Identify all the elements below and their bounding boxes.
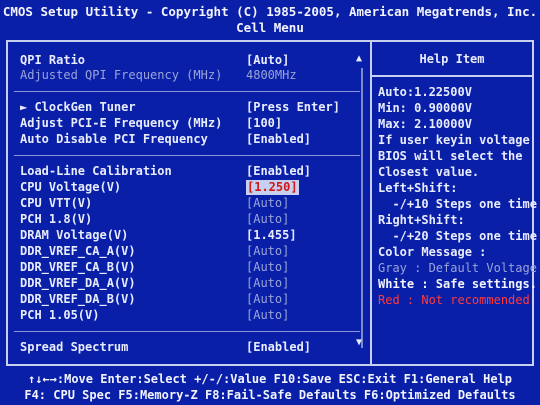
help-line: Left+Shift:	[378, 181, 458, 195]
section-separator	[14, 91, 360, 92]
help-line: Closest value.	[378, 165, 480, 179]
setting-pch-1-05[interactable]: PCH 1.05(V) [Auto]	[20, 308, 360, 323]
setting-label: DDR_VREF_CA_A(V)	[20, 244, 136, 258]
setting-value-selected[interactable]: [1.250]	[246, 180, 299, 195]
setting-value[interactable]: [Auto]	[246, 196, 289, 211]
setting-adjust-pcie-frequency[interactable]: Adjust PCI-E Frequency (MHz) [100]	[20, 116, 360, 131]
help-line-gray: Gray : Default Voltage	[378, 260, 537, 276]
help-line-white: White : Safe settings.	[378, 276, 537, 292]
setting-ddr-vref-ca-a[interactable]: DDR_VREF_CA_A(V) [Auto]	[20, 244, 360, 259]
help-line: Max: 2.10000V	[378, 117, 472, 131]
setting-value[interactable]: [Enabled]	[246, 132, 311, 147]
setting-load-line-calibration[interactable]: Load-Line Calibration [Enabled]	[20, 164, 360, 179]
setting-value[interactable]: [Auto]	[246, 276, 289, 291]
setting-value[interactable]: [Enabled]	[246, 164, 311, 179]
scrollbar[interactable]	[361, 68, 363, 348]
help-white-text: White : Safe settings.	[378, 277, 537, 291]
setting-label: DDR_VREF_CA_B(V)	[20, 260, 136, 274]
help-line: -/+10 Steps one time	[378, 197, 537, 211]
footer-keys-line1: ↑↓←→:Move Enter:Select +/-/:Value F10:Sa…	[27, 372, 513, 386]
setting-label: Adjust PCI-E Frequency (MHz)	[20, 116, 223, 130]
bios-title: CMOS Setup Utility - Copyright (C) 1985-…	[2, 4, 538, 19]
panel-divider	[370, 42, 372, 364]
setting-label: DRAM Voltage(V)	[20, 228, 129, 242]
section-separator	[14, 155, 360, 156]
setting-value[interactable]: [Press Enter]	[246, 100, 340, 115]
setting-cpu-vtt[interactable]: CPU VTT(V) [Auto]	[20, 196, 360, 211]
setting-label: DDR_VREF_DA_B(V)	[20, 292, 136, 306]
setting-cpu-voltage[interactable]: CPU Voltage(V) [1.250]	[20, 180, 360, 195]
setting-value[interactable]: [Auto]	[246, 244, 289, 259]
setting-value[interactable]: [Enabled]	[246, 340, 311, 355]
setting-value[interactable]: [100]	[246, 116, 282, 131]
help-line: BIOS will select the	[378, 149, 523, 163]
setting-auto-disable-pci-frequency[interactable]: Auto Disable PCI Frequency [Enabled]	[20, 132, 360, 147]
setting-label: Spread Spectrum	[20, 340, 129, 354]
setting-clockgen-tuner[interactable]: ► ClockGen Tuner [Press Enter]	[20, 100, 360, 115]
section-separator	[14, 331, 360, 332]
setting-label: Auto Disable PCI Frequency	[20, 132, 208, 146]
help-line: If user keyin voltage	[378, 133, 530, 147]
setting-label: QPI Ratio	[20, 53, 86, 67]
setting-value[interactable]: [Auto]	[246, 212, 289, 227]
help-line: -/+20 Steps one time	[378, 229, 537, 243]
setting-label: PCH 1.05(V)	[20, 308, 100, 322]
setting-pch-1-8[interactable]: PCH 1.8(V) [Auto]	[20, 212, 360, 227]
footer-keys-line2: F4: CPU Spec F5:Memory-Z F8:Fail-Safe De…	[24, 388, 516, 402]
setting-label: PCH 1.8(V)	[20, 212, 93, 226]
help-line: Right+Shift:	[378, 213, 465, 227]
setting-label: ► ClockGen Tuner	[20, 100, 136, 114]
setting-dram-voltage[interactable]: DRAM Voltage(V) [1.455]	[20, 228, 360, 243]
setting-ddr-vref-ca-b[interactable]: DDR_VREF_CA_B(V) [Auto]	[20, 260, 360, 275]
menu-title: Cell Menu	[236, 20, 304, 35]
setting-spread-spectrum[interactable]: Spread Spectrum [Enabled]	[20, 340, 360, 355]
setting-value: 4800MHz	[246, 68, 297, 82]
setting-qpi-ratio[interactable]: QPI Ratio [Auto]	[20, 53, 360, 68]
help-line-red: Red : Not recommended	[378, 292, 534, 308]
setting-label: CPU VTT(V)	[20, 196, 93, 210]
setting-ddr-vref-da-b[interactable]: DDR_VREF_DA_B(V) [Auto]	[20, 292, 360, 307]
setting-value[interactable]: [Auto]	[246, 260, 289, 275]
setting-value[interactable]: [1.455]	[246, 228, 297, 243]
setting-label: DDR_VREF_DA_A(V)	[20, 276, 136, 290]
bios-header: CMOS Setup Utility - Copyright (C) 1985-…	[0, 0, 540, 40]
setting-label: CPU Voltage(V)	[20, 180, 122, 194]
setting-value[interactable]: [Auto]	[246, 308, 289, 323]
help-red-text: Red : Not recommended	[378, 293, 530, 307]
help-line: Color Message :	[378, 245, 487, 259]
help-title: Help Item	[419, 52, 485, 66]
setting-adjusted-qpi-frequency: Adjusted QPI Frequency (MHz) 4800MHz	[20, 68, 360, 83]
help-separator	[372, 75, 532, 77]
help-gray-text: Gray : Default Voltage	[378, 261, 537, 275]
setting-ddr-vref-da-a[interactable]: DDR_VREF_DA_A(V) [Auto]	[20, 276, 360, 291]
help-line: Auto:1.22500V	[378, 85, 472, 99]
setting-label: Load-Line Calibration	[20, 164, 172, 178]
setting-value[interactable]: [Auto]	[246, 292, 289, 307]
setting-value[interactable]: [Auto]	[246, 53, 289, 68]
help-line: Min: 0.90000V	[378, 101, 472, 115]
setting-label: Adjusted QPI Frequency (MHz)	[20, 68, 223, 82]
